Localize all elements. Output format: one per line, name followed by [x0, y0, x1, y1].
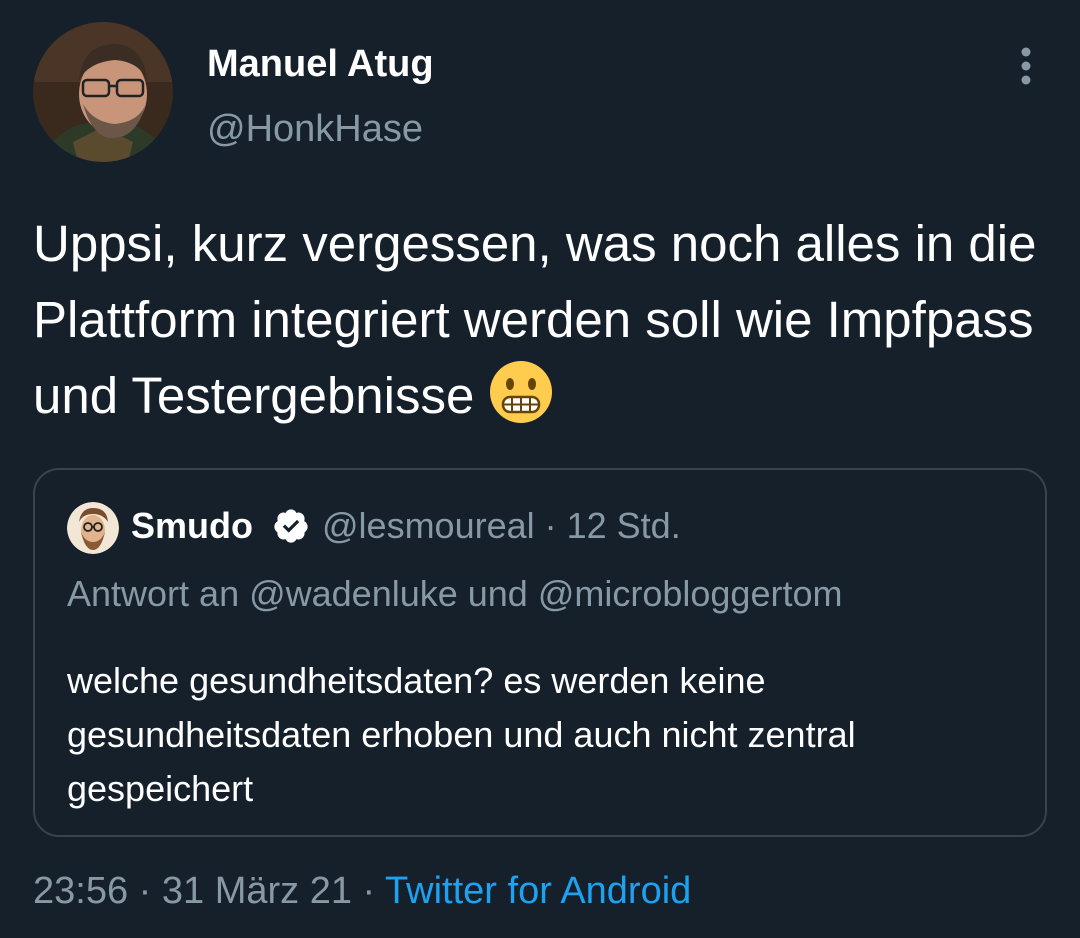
- tweet-meta: 23:56 · 31 März 21 · Twitter for Android: [33, 866, 691, 916]
- author-avatar[interactable]: [33, 22, 173, 162]
- more-options-button[interactable]: [1006, 44, 1046, 88]
- quoted-author-name: Smudo: [131, 505, 253, 546]
- quoted-tweet-text: welche gesundheitsdaten? es werden keine…: [67, 660, 856, 809]
- vertical-dots-icon: [1021, 47, 1031, 85]
- reply-context: Antwort an @wadenluke und @microbloggert…: [67, 573, 843, 614]
- author-handle[interactable]: @HonkHase: [207, 104, 423, 154]
- quoted-author-handle-time: @lesmoureal · 12 Std.: [322, 505, 681, 546]
- tweet-detail: Manuel Atug @HonkHase Uppsi, kurz verges…: [0, 0, 1080, 938]
- tweet-body: Uppsi, kurz vergessen, was noch alles in…: [33, 206, 1053, 434]
- quoted-author-avatar: [67, 502, 119, 554]
- timestamp: 23:56 · 31 März 21 ·: [33, 870, 386, 912]
- author-name[interactable]: Manuel Atug: [207, 40, 434, 88]
- verified-badge-icon: [272, 507, 310, 545]
- quoted-tweet[interactable]: Smudo @lesmoureal · 12 Std. Antwort an @…: [33, 468, 1047, 837]
- source-link[interactable]: Twitter for Android: [385, 870, 691, 912]
- grimacing-face-icon: [488, 359, 554, 425]
